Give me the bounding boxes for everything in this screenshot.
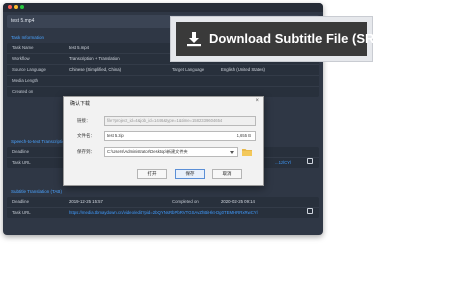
save-location-value: C:\Users\Administrator\Desktop\新建文件夹 xyxy=(107,149,188,154)
translation-section-heading: Subtitle Translation (TAB) xyxy=(11,189,62,194)
dialog-close-icon[interactable]: × xyxy=(255,98,259,104)
row-label: Deadline xyxy=(12,149,29,154)
link-row: 链接： file?project_id=4&job_id=1446&type=1… xyxy=(64,116,263,127)
download-srt-button[interactable]: Download Subtitle File (SRT) xyxy=(176,22,387,56)
save-to-row: 保存到： C:\Users\Administrator\Desktop\新建文件… xyxy=(64,147,263,158)
dialog-title: 确认下载 xyxy=(70,101,91,107)
download-confirm-dialog: 确认下载 × 链接： file?project_id=4&job_id=1446… xyxy=(63,96,264,186)
row-label: Created on xyxy=(12,89,34,94)
row-label: Task Name xyxy=(12,45,34,50)
table-row: Deadline 2019-12-25 15:57 Completed on 2… xyxy=(7,197,319,208)
row-value: test 5.mp4 xyxy=(69,45,90,50)
table-row: Source Language Chinese (Simplified, Chi… xyxy=(7,65,319,76)
filename-row: 文件名： test 5.zip 1,655 B xyxy=(64,131,263,142)
file-size: 1,655 B xyxy=(236,133,251,138)
save-button[interactable]: 保存 xyxy=(175,169,205,179)
download-srt-banner: Download Subtitle File (SRT) xyxy=(170,16,387,62)
row-value-2: English (United States) xyxy=(221,67,265,72)
row-label: Media Length xyxy=(12,78,39,83)
maximize-window-dot[interactable] xyxy=(20,5,24,9)
window-controls xyxy=(8,5,24,9)
copy-icon[interactable] xyxy=(307,208,313,214)
download-srt-label: Download Subtitle File (SRT) xyxy=(209,31,387,46)
copy-icon[interactable] xyxy=(307,158,313,164)
row-label: Workflow xyxy=(12,56,30,61)
task-url-link[interactable]: https://media.tbmaydown.cn/video/edit?pi… xyxy=(69,208,258,218)
save-to-label: 保存到： xyxy=(77,149,95,154)
row-label-2: Completed on xyxy=(172,199,199,204)
link-label: 链接： xyxy=(77,118,91,123)
minimize-window-dot[interactable] xyxy=(14,5,18,9)
row-value-2: 2020-02-25 09:14 xyxy=(221,199,255,204)
save-location-select[interactable]: C:\Users\Administrator\Desktop\新建文件夹 xyxy=(104,147,238,157)
row-value: Transcription + Translation xyxy=(69,56,120,61)
close-window-dot[interactable] xyxy=(8,5,12,9)
open-button[interactable]: 打开 xyxy=(137,169,167,179)
row-label: Task URL xyxy=(12,210,31,215)
folder-icon[interactable] xyxy=(242,148,252,156)
translation-table: Deadline 2019-12-25 15:57 Completed on 2… xyxy=(7,197,319,218)
row-value: 2019-12-25 15:57 xyxy=(69,199,103,204)
title-bar xyxy=(3,3,323,12)
filename-value: test 5.zip xyxy=(107,133,124,138)
table-row: Media Length xyxy=(7,76,319,87)
row-label: Source Language xyxy=(12,67,46,72)
row-value: Chinese (Simplified, China) xyxy=(69,67,122,72)
download-icon xyxy=(187,32,201,47)
chevron-down-icon xyxy=(230,151,234,154)
row-label: Deadline xyxy=(12,199,29,204)
row-label-2: Target Language xyxy=(172,67,205,72)
task-url-link[interactable]: ...1zlCYl xyxy=(275,158,291,168)
filename-label: 文件名： xyxy=(77,133,95,138)
cancel-button[interactable]: 取消 xyxy=(212,169,242,179)
row-label: Task URL xyxy=(12,160,31,165)
table-row: Task URL https://media.tbmaydown.cn/vide… xyxy=(7,208,319,218)
link-field: file?project_id=4&job_id=1446&type=1&tim… xyxy=(104,116,256,126)
file-title: test 5.mp4 xyxy=(11,18,35,24)
filename-field[interactable]: test 5.zip 1,655 B xyxy=(104,131,256,141)
